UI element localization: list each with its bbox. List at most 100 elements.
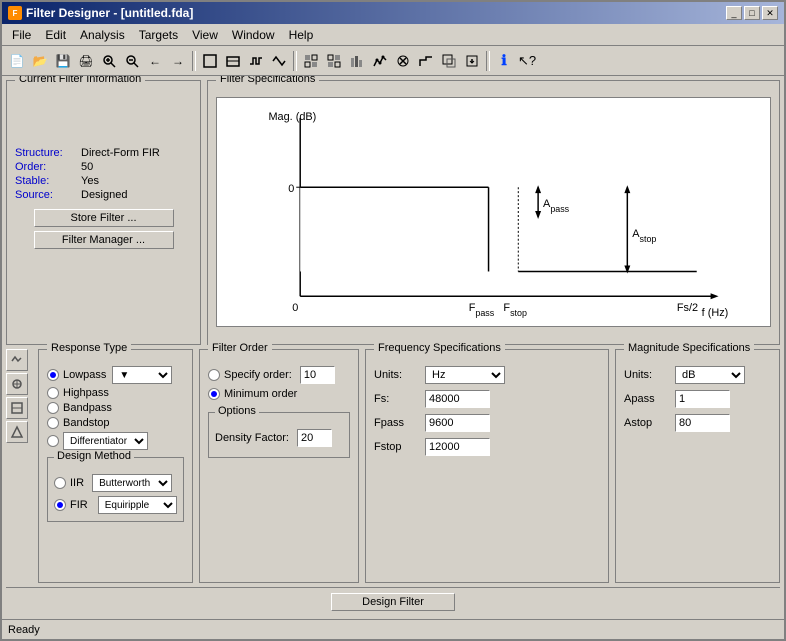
fs-input[interactable] bbox=[425, 390, 490, 408]
minimize-button[interactable]: _ bbox=[726, 6, 742, 20]
side-icon-2[interactable] bbox=[6, 373, 28, 395]
bandpass-label: Bandpass bbox=[63, 402, 112, 414]
filter-specs-title: Filter Specifications bbox=[216, 76, 319, 85]
apass-input[interactable] bbox=[675, 390, 730, 408]
mag-units-dropdown[interactable]: dB Linear bbox=[675, 366, 745, 384]
astop-label: Astop bbox=[632, 228, 656, 244]
lowpass-row: Lowpass ▼ bbox=[47, 366, 184, 384]
order-row: Order: 50 bbox=[15, 161, 192, 173]
iir-label: IIR bbox=[70, 477, 84, 489]
tb-grid2[interactable] bbox=[323, 50, 345, 72]
close-button[interactable]: ✕ bbox=[762, 6, 778, 20]
menu-file[interactable]: File bbox=[6, 26, 37, 44]
bottom-section: Response Type Lowpass ▼ Highpass Bandpas… bbox=[6, 349, 780, 583]
store-filter-button[interactable]: Store Filter ... bbox=[34, 209, 174, 227]
filter-manager-button[interactable]: Filter Manager ... bbox=[34, 231, 174, 249]
y-axis-label: Mag. (dB) bbox=[268, 111, 316, 123]
bandpass-radio[interactable] bbox=[47, 402, 59, 414]
freq-units-row: Units: Hz kHz MHz Normalized bbox=[374, 366, 600, 384]
zoom-out-button[interactable] bbox=[121, 50, 143, 72]
tb-pole[interactable] bbox=[392, 50, 414, 72]
side-icon-1[interactable] bbox=[6, 349, 28, 371]
zero-label: 0 bbox=[288, 183, 294, 195]
structure-label: Structure: bbox=[15, 147, 75, 159]
bandstop-radio[interactable] bbox=[47, 417, 59, 429]
side-icon-3[interactable] bbox=[6, 397, 28, 419]
tb-export[interactable] bbox=[461, 50, 483, 72]
new-button[interactable]: 📄 bbox=[6, 50, 28, 72]
astop-label: Astop bbox=[624, 417, 669, 429]
menu-targets[interactable]: Targets bbox=[133, 26, 184, 44]
fs-row: Fs: bbox=[374, 390, 600, 408]
design-method-section: Design Method IIR Butterworth FIR Equiri… bbox=[47, 457, 184, 522]
minimum-order-radio[interactable] bbox=[208, 388, 220, 400]
info-button[interactable]: ℹ bbox=[493, 50, 515, 72]
tb-wave2[interactable] bbox=[268, 50, 290, 72]
menu-help[interactable]: Help bbox=[283, 26, 320, 44]
fpass-label: Fpass bbox=[374, 417, 419, 429]
fir-dropdown[interactable]: Equiripple bbox=[98, 496, 177, 514]
tb-bar2[interactable] bbox=[369, 50, 391, 72]
response-type-panel: Response Type Lowpass ▼ Highpass Bandpas… bbox=[38, 349, 193, 583]
fpass-input[interactable] bbox=[425, 414, 490, 432]
filter-info: Structure: Direct-Form FIR Order: 50 Sta… bbox=[15, 147, 192, 201]
fstop-input[interactable] bbox=[425, 438, 490, 456]
toolbar-sep-3 bbox=[486, 51, 490, 71]
astop-input[interactable] bbox=[675, 414, 730, 432]
back-button[interactable]: ← bbox=[144, 50, 166, 72]
source-label: Source: bbox=[15, 189, 75, 201]
highpass-radio[interactable] bbox=[47, 387, 59, 399]
lowpass-dropdown[interactable]: ▼ bbox=[112, 366, 172, 384]
tb-overlay[interactable] bbox=[438, 50, 460, 72]
freq-units-dropdown[interactable]: Hz kHz MHz Normalized bbox=[425, 366, 505, 384]
fstop-row: Fstop bbox=[374, 438, 600, 456]
apass-label: Apass bbox=[543, 198, 570, 214]
specify-order-radio[interactable] bbox=[208, 369, 220, 381]
title-bar-left: F Filter Designer - [untitled.fda] bbox=[8, 6, 193, 20]
astop-row: Astop bbox=[624, 414, 771, 432]
toolbar-sep-1 bbox=[192, 51, 196, 71]
top-section: Current Filter Information Structure: Di… bbox=[6, 80, 780, 345]
zoom-in-button[interactable] bbox=[98, 50, 120, 72]
tb-wave1[interactable] bbox=[245, 50, 267, 72]
forward-button[interactable]: → bbox=[167, 50, 189, 72]
maximize-button[interactable]: □ bbox=[744, 6, 760, 20]
tb-rect2[interactable] bbox=[222, 50, 244, 72]
save-button[interactable]: 💾 bbox=[52, 50, 74, 72]
freq-units-label: Units: bbox=[374, 369, 419, 381]
options-sub-title: Options bbox=[215, 405, 259, 417]
bandstop-label: Bandstop bbox=[63, 417, 109, 429]
toolbar: 📄 📂 💾 🖨 ← → bbox=[2, 46, 784, 76]
density-input[interactable] bbox=[297, 429, 332, 447]
differentiator-radio[interactable] bbox=[47, 435, 59, 447]
structure-row: Structure: Direct-Form FIR bbox=[15, 147, 192, 159]
side-icon-4[interactable] bbox=[6, 421, 28, 443]
tb-step[interactable] bbox=[415, 50, 437, 72]
tb-bar1[interactable] bbox=[346, 50, 368, 72]
stable-row: Stable: Yes bbox=[15, 175, 192, 187]
apass-label: Apass bbox=[624, 393, 669, 405]
iir-radio[interactable] bbox=[54, 477, 66, 489]
design-filter-button[interactable]: Design Filter bbox=[331, 593, 455, 611]
menu-view[interactable]: View bbox=[186, 26, 224, 44]
menu-edit[interactable]: Edit bbox=[39, 26, 72, 44]
menu-window[interactable]: Window bbox=[226, 26, 281, 44]
window-title: Filter Designer - [untitled.fda] bbox=[26, 6, 193, 20]
bandstop-row: Bandstop bbox=[47, 417, 184, 429]
print-button[interactable]: 🖨 bbox=[75, 50, 97, 72]
open-button[interactable]: 📂 bbox=[29, 50, 51, 72]
fir-radio[interactable] bbox=[54, 499, 66, 511]
fpass-axis-label: Fpass bbox=[469, 302, 495, 318]
differentiator-dropdown[interactable]: Differentiator bbox=[63, 432, 148, 450]
source-value: Designed bbox=[81, 189, 127, 201]
tb-rect1[interactable] bbox=[199, 50, 221, 72]
specify-order-input[interactable] bbox=[300, 366, 335, 384]
bandpass-row: Bandpass bbox=[47, 402, 184, 414]
lowpass-radio[interactable] bbox=[47, 369, 59, 381]
options-sub-panel: Options Density Factor: bbox=[208, 412, 350, 458]
help-cursor-button[interactable]: ↖? bbox=[516, 50, 538, 72]
iir-dropdown[interactable]: Butterworth bbox=[92, 474, 172, 492]
mag-specs-title: Magnitude Specifications bbox=[624, 342, 754, 354]
menu-analysis[interactable]: Analysis bbox=[74, 26, 131, 44]
tb-grid1[interactable] bbox=[300, 50, 322, 72]
